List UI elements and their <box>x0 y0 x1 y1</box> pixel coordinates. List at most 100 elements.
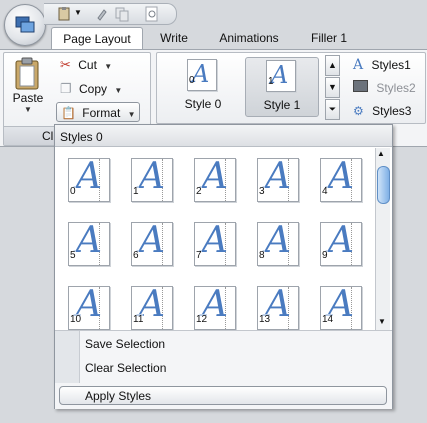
style-glyph-icon: A <box>76 158 102 197</box>
style-glyph-icon: A <box>202 222 228 261</box>
style-glyph-icon: A <box>139 158 165 197</box>
style-glyph-icon: A <box>328 222 354 261</box>
expand-icon: ⏷ <box>328 104 337 114</box>
format-label: Format <box>82 106 121 120</box>
style-number: 6 <box>133 250 139 261</box>
style-number: 8 <box>259 250 265 261</box>
style-number: 10 <box>70 314 82 325</box>
clipboard-icon[interactable] <box>56 6 72 22</box>
paste-button[interactable]: Paste ▼ <box>10 91 46 114</box>
paste-label: Paste <box>12 91 44 105</box>
styles3-label: Styles3 <box>372 104 412 118</box>
tab-page-layout[interactable]: Page Layout <box>51 27 143 51</box>
clipboard-icon: 📋 <box>61 106 76 120</box>
style-glyph-icon: A <box>265 222 291 261</box>
gallery-style-tile[interactable]: A2 <box>194 158 236 202</box>
windows-icon <box>15 16 35 33</box>
styles-group: A 0 Style 0 A 1 Style 1 ▲ ▼ ⏷ A Styles1 … <box>156 52 426 124</box>
styles2-button[interactable]: Styles2 <box>353 78 416 98</box>
gallery-style-tile[interactable]: A9 <box>320 222 362 266</box>
gallery-style-tile[interactable]: A 10 <box>68 286 110 330</box>
gallery-expand-button[interactable]: ⏷ <box>325 99 340 120</box>
styles-dropdown-popup: Styles 0 A 0 A 1 A 2 A 3 A 4 A 5 A 6 A 7 A 8 A 9 A 10 A 11 A 12 A 1… <box>54 124 393 409</box>
gallery-style-tile[interactable]: A3 <box>257 158 299 202</box>
style-number: 12 <box>196 314 208 325</box>
gallery-style-tile[interactable]: A 11 <box>131 286 173 330</box>
tab-write[interactable]: Write <box>150 27 198 49</box>
style-number: 13 <box>259 314 271 325</box>
application-menu-button[interactable] <box>4 4 46 46</box>
gallery-style-tile[interactable]: A 13 <box>257 286 299 330</box>
image-icon <box>353 80 368 92</box>
gallery-style-tile[interactable]: A7 <box>194 222 236 266</box>
paint-icon: ⚙ <box>353 104 364 118</box>
style-number: 11 <box>133 314 144 325</box>
gallery-style-tile[interactable]: A0 <box>68 158 110 202</box>
copy-icon[interactable] <box>114 6 130 22</box>
style-number: 1 <box>133 186 139 197</box>
styles2-label: Styles2 <box>376 81 416 95</box>
style-number: 2 <box>196 186 202 197</box>
chevron-down-icon: ▼ <box>114 86 123 95</box>
styles-gallery: A 0 A 1 A 2 A 3 A 4 A 5 A 6 A 7 A 8 A 9 A 10 A 11 A 12 A 13 A 14 <box>55 148 375 330</box>
style-a-icon: A <box>353 57 364 73</box>
style-number: 7 <box>196 250 202 261</box>
gallery-style-tile[interactable]: A5 <box>68 222 110 266</box>
tab-animations[interactable]: Animations <box>208 27 290 49</box>
style-number: 0 <box>70 186 76 197</box>
style-number: 9 <box>322 250 328 261</box>
style-label: Style 1 <box>263 98 301 112</box>
chevron-down-icon: ▼ <box>104 62 113 71</box>
style-number: 1 <box>268 76 274 87</box>
find-icon[interactable] <box>144 6 160 22</box>
copy-icon: ❐ <box>60 81 72 96</box>
paste-icon <box>10 57 46 90</box>
copy-label: Copy <box>79 82 108 96</box>
chevron-down-icon[interactable]: ▼ <box>74 8 90 24</box>
chevron-down-icon: ▼ <box>127 110 136 119</box>
copy-button[interactable]: ❐ Copy ▼ <box>60 79 122 99</box>
gallery-up-button[interactable]: ▲ <box>325 55 340 76</box>
gallery-style-tile[interactable]: A4 <box>320 158 362 202</box>
scroll-down-icon[interactable]: ▼ <box>378 317 386 326</box>
format-button[interactable]: 📋 Format ▼ <box>56 102 140 122</box>
style-label: Style 0 <box>184 97 222 111</box>
save-selection-item[interactable]: Save Selection <box>85 337 165 351</box>
style-0-button[interactable]: A 0 Style 0 <box>175 57 231 113</box>
scroll-up-icon[interactable]: ▲ <box>377 149 385 158</box>
style-tile: A 0 <box>187 59 217 91</box>
scissors-icon: ✂ <box>60 57 71 72</box>
style-glyph-icon: A <box>265 158 291 197</box>
tab-filler-1[interactable]: Filler 1 <box>302 27 356 49</box>
cut-button[interactable]: ✂ Cut ▼ <box>60 55 112 75</box>
brush-icon[interactable] <box>94 6 110 22</box>
style-number: 0 <box>189 75 195 86</box>
style-number: 5 <box>70 250 76 261</box>
style-glyph-icon: A <box>202 158 228 197</box>
gallery-style-tile[interactable]: A 14 <box>320 286 362 330</box>
styles1-button[interactable]: A Styles1 <box>353 55 411 75</box>
style-1-button[interactable]: A 1 Style 1 <box>245 57 319 117</box>
style-tile: A 1 <box>266 60 296 92</box>
gallery-down-button[interactable]: ▼ <box>325 77 340 98</box>
styles1-label: Styles1 <box>371 58 411 72</box>
styles3-button[interactable]: ⚙ Styles3 <box>353 101 411 121</box>
style-number: 4 <box>322 186 328 197</box>
gallery-style-tile[interactable]: A 12 <box>194 286 236 330</box>
apply-styles-button[interactable]: Apply Styles <box>59 386 387 405</box>
gallery-style-tile[interactable]: A6 <box>131 222 173 266</box>
clear-selection-item[interactable]: Clear Selection <box>85 361 166 375</box>
gallery-scrollbar[interactable]: ▲ ▼ <box>375 148 390 330</box>
chevron-down-icon: ▼ <box>24 105 32 114</box>
scrollbar-thumb[interactable] <box>377 166 390 204</box>
style-glyph-icon: A <box>76 222 102 261</box>
style-glyph-icon: A <box>139 222 165 261</box>
style-number: 3 <box>259 186 265 197</box>
chevron-down-icon: ▼ <box>328 82 337 92</box>
popup-header: Styles 0 <box>55 125 392 147</box>
popup-menu: Save Selection Clear Selection Apply Sty… <box>55 330 392 409</box>
gallery-style-tile[interactable]: A1 <box>131 158 173 202</box>
chevron-up-icon: ▲ <box>328 60 337 70</box>
quick-access-toolbar: ▼ <box>44 3 177 25</box>
gallery-style-tile[interactable]: A8 <box>257 222 299 266</box>
